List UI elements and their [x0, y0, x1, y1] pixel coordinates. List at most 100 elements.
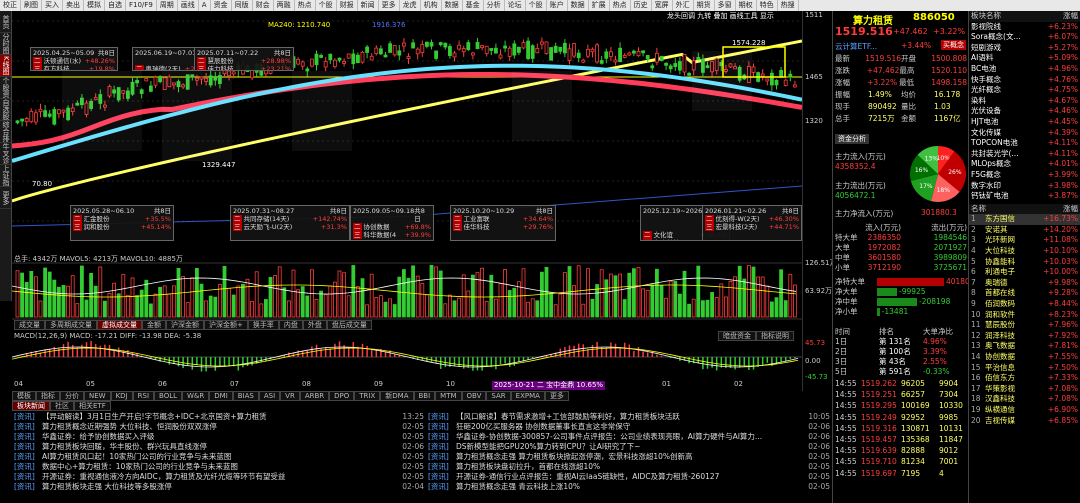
stock-row[interactable]: 19 纵横通信 +6.90%	[969, 405, 1080, 416]
volume-tab[interactable]: 沪深金额	[166, 320, 204, 330]
kline-chart-area[interactable]: MA240: 1210.740 1916.376 龙头回调 九转 叠加 画线工具…	[12, 11, 802, 391]
pattern-popup[interactable]: 2025.04.25~05.09 共8日二沃顿通信(水) +48.26% 三有方科技 +…	[30, 47, 118, 71]
sector-row[interactable]: 数字水印 +3.98%	[969, 181, 1080, 192]
leftnav-item[interactable]: 分时图	[0, 33, 11, 55]
stock-row[interactable]: 12 润泽科技 +7.92%	[969, 331, 1080, 342]
news-item[interactable]: [资讯] 【异动解读】3月1日生产开启!字节概念+IDC+北京国资+算力租赁 13:…	[14, 412, 424, 422]
sector-row[interactable]: 共封装光学(... +4.11%	[969, 149, 1080, 160]
toolbar-item[interactable]: 画线	[178, 0, 199, 11]
volume-tab[interactable]: 金额	[142, 320, 166, 330]
indicator-tab[interactable]: RSI	[132, 391, 155, 401]
news-item[interactable]: [资讯] 算力租赁板块走强 大位科技等多股涨停 02-04	[14, 482, 424, 492]
volume-tab[interactable]: 虚拟成交量	[97, 320, 142, 330]
toolbar-item[interactable]: 扩展	[589, 0, 610, 11]
indicator-tab[interactable]: MTM	[435, 391, 462, 401]
indicator-tab[interactable]: DPO	[329, 391, 355, 401]
fund-analysis-tab[interactable]: 资金分析	[835, 134, 869, 144]
toolbar-item[interactable]: 财会	[253, 0, 274, 11]
leftnav-item[interactable]: 更多	[0, 187, 11, 209]
news-item[interactable]: [资讯] 算力租赁板块回暖，华丰股份、群兴玩具直线涨停 02-06	[14, 442, 424, 452]
pattern-popup[interactable]: 2025.07.11~07.22 共8日二慧辰股份 +28.98% 三佳力科技 +23.…	[194, 47, 294, 71]
indicator-tab[interactable]: 新DMA	[380, 391, 414, 401]
volume-tab[interactable]: 沪深金额+	[204, 320, 248, 330]
news-item[interactable]: [资讯] 【风口解读】春节需求激增+工信部鼓励等利好，算力租赁板块活跃 10:05	[428, 412, 830, 422]
macd-tab[interactable]: 指标说明	[756, 331, 794, 341]
indicator-tab[interactable]: BBI	[413, 391, 436, 401]
sector-row[interactable]: 染料 +4.67%	[969, 96, 1080, 107]
toolbar-item[interactable]: 热点	[295, 0, 316, 11]
indicator-tab[interactable]: W&R	[182, 391, 210, 401]
volume-tab[interactable]: 内盘	[278, 320, 303, 330]
stock-row[interactable]: 1 东方国信 +16.73%	[969, 214, 1080, 225]
news-tab[interactable]: 相关ETF	[74, 401, 111, 411]
leftnav-item[interactable]: 上证指数	[0, 165, 11, 187]
indicator-tab[interactable]: SAR	[486, 391, 511, 401]
indicator-tab[interactable]: KDJ	[110, 391, 133, 401]
toolbar-item[interactable]: 历史	[631, 0, 652, 11]
toolbar-item[interactable]: 两融	[274, 0, 295, 11]
toolbar-item[interactable]: 宽屏	[652, 0, 673, 11]
toolbar-item[interactable]: 卖出	[63, 0, 84, 11]
stock-row[interactable]: 20 吉视传媒 +6.85%	[969, 416, 1080, 427]
news-item[interactable]: [资讯] 数据中心+算力租赁：10家热门公司的行业竞争与未来蓝图 02-05	[14, 462, 424, 472]
news-item[interactable]: [资讯] 华鑫证券-协创数据-300857-公司事件点评报告：公司业绩表现亮眼，A…	[428, 432, 830, 442]
toolbar-item[interactable]: 更多	[379, 0, 400, 11]
indicator-tab[interactable]: BIAS	[232, 391, 259, 401]
indicator-tab[interactable]: ASI	[258, 391, 281, 401]
stock-row[interactable]: 17 华策影视 +7.08%	[969, 384, 1080, 395]
sector-row[interactable]: 文化传媒 +4.39%	[969, 128, 1080, 139]
toolbar-item[interactable]: 财报	[337, 0, 358, 11]
indicator-prefix[interactable]: 指标	[36, 391, 60, 401]
volume-tab[interactable]: 盘后成交量	[326, 320, 372, 330]
sector-row[interactable]: 光伏设备 +4.46%	[969, 106, 1080, 117]
stock-row[interactable]: 10 润和软件 +8.23%	[969, 310, 1080, 321]
stock-row[interactable]: 18 汉鑫科技 +7.08%	[969, 394, 1080, 405]
sector-row[interactable]: TOPCON电池 +4.11%	[969, 138, 1080, 149]
news-item[interactable]: [资讯] 狂砸200亿买服务器 协创数据董事长直言这非常保守 02-06	[428, 422, 830, 432]
indicator-tab[interactable]: DMI	[209, 391, 233, 401]
leftnav-item[interactable]: 综合排名	[0, 121, 11, 143]
news-item[interactable]: [资讯] AI算力租赁风口起！10家热门公司的行业竞争与未来蓝图 02-05	[14, 452, 424, 462]
sector-row[interactable]: 短剧游戏 +5.27%	[969, 43, 1080, 54]
stock-row[interactable]: 14 协创数据 +7.55%	[969, 352, 1080, 363]
sector-row[interactable]: F5G概念 +3.99%	[969, 170, 1080, 181]
toolbar-item[interactable]: 新闻	[358, 0, 379, 11]
indicator-tab[interactable]: BOLL	[154, 391, 183, 401]
toolbar-item[interactable]: 多窗	[715, 0, 736, 11]
toolbar-item[interactable]: 分析	[484, 0, 505, 11]
toolbar-item[interactable]: 资金	[211, 0, 232, 11]
volume-tab[interactable]: 多周期成交量	[45, 320, 97, 330]
toolbar-item[interactable]: F10/F9	[126, 0, 157, 11]
volume-tab[interactable]: 成交量	[14, 320, 45, 330]
indicator-tab[interactable]: 分价	[60, 391, 84, 401]
sector-row[interactable]: Sora概念(文... +6.07%	[969, 32, 1080, 43]
indicator-tab[interactable]: OBV	[461, 391, 487, 401]
stock-row[interactable]: 8 首都在线 +9.28%	[969, 288, 1080, 299]
toolbar-item[interactable]: 买入	[42, 0, 63, 11]
indicator-tab[interactable]: TRIX	[354, 391, 381, 401]
news-item[interactable]: [资讯] 算力租赁概念走强 青云科技上涨10% 02-05	[428, 482, 830, 492]
news-item[interactable]: [资讯] 开源证券-通信行业点评报告：重视AI云IaaS链缺性，AIDC及算力租赁…	[428, 472, 830, 482]
leftnav-item[interactable]: K线图	[0, 55, 11, 77]
sector-row[interactable]: AI语料 +5.09%	[969, 53, 1080, 64]
stock-row[interactable]: 6 利通电子 +10.00%	[969, 267, 1080, 278]
toolbar-item[interactable]: 数据	[568, 0, 589, 11]
indicator-tab[interactable]: EXPMA	[510, 391, 545, 401]
toolbar-item[interactable]: 自选	[105, 0, 126, 11]
toolbar-item[interactable]: 机构	[421, 0, 442, 11]
toolbar-item[interactable]: A	[199, 0, 211, 11]
sector-row[interactable]: BC电池 +4.96%	[969, 64, 1080, 75]
news-item[interactable]: [资讯] DS新模型能把GPU20%算力转到CPU？让AI研究了下~ 02-06	[428, 442, 830, 452]
toolbar-item[interactable]: 基金	[463, 0, 484, 11]
buy-concept-button[interactable]: 买概念	[941, 40, 966, 50]
sector-row[interactable]: 快手概念 +4.76%	[969, 75, 1080, 86]
macd-tab[interactable]: 暗盘资金	[718, 331, 756, 341]
pattern-popup[interactable]: 2026.01.21~02.26 共8日二优刻得-W(2天) +46.30% 三宏景科…	[702, 205, 802, 241]
stock-row[interactable]: 11 慧辰股份 +7.96%	[969, 320, 1080, 331]
toolbar-item[interactable]: 刷图	[21, 0, 42, 11]
pattern-popup[interactable]: 2025.09.05~09.18共8日二协创数据+69.8%三科华数据(4天)+…	[350, 205, 434, 241]
toolbar-item[interactable]: 期权	[736, 0, 757, 11]
news-item[interactable]: [资讯] 开源证券：重视通信液冷方向AIDC，算力租赁及光纤光缆等环节有望受益 02…	[14, 472, 424, 482]
toolbar-item[interactable]: 周期	[157, 0, 178, 11]
volume-tab[interactable]: 换手率	[247, 320, 279, 330]
